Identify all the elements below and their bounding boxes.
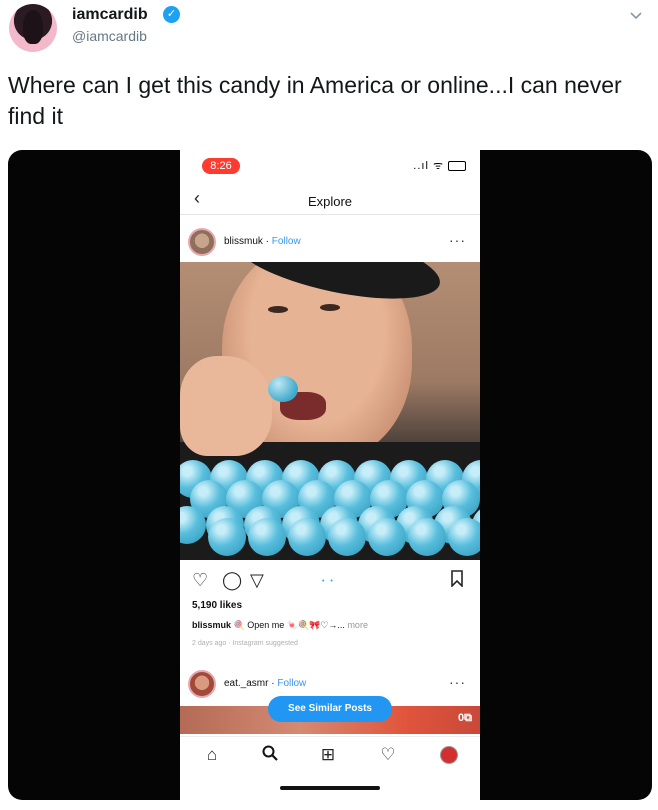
home-indicator — [280, 786, 380, 790]
gumball-in-mouth — [268, 376, 298, 402]
follow-button[interactable]: Follow — [277, 678, 306, 689]
profile-tab-avatar[interactable] — [440, 746, 458, 764]
chevron-down-icon[interactable] — [628, 8, 644, 24]
carousel-pager: • • — [322, 578, 335, 585]
post-username-line: blissmuk · Follow — [224, 236, 301, 247]
comment-icon[interactable]: ◯ — [222, 570, 242, 591]
share-icon[interactable]: ▽ — [250, 570, 264, 591]
tweet-header: iamcardib ✓ @iamcardib — [0, 0, 658, 58]
tweet-text: Where can I get this candy in America or… — [8, 72, 622, 129]
likes-count[interactable]: 5,190 likes — [192, 600, 242, 611]
activity-heart-icon[interactable]: ♡ — [376, 745, 400, 765]
gumball — [288, 518, 326, 556]
post-image[interactable] — [180, 262, 480, 560]
separator: · — [262, 236, 272, 247]
gumball — [208, 518, 246, 556]
follow-button[interactable]: Follow — [272, 236, 301, 247]
status-bar: 8:26 ..ıl ᯤ — [180, 150, 480, 178]
post2-avatar[interactable] — [188, 670, 216, 698]
post2-username-line: eat._asmr · Follow — [224, 678, 306, 689]
nav-title: Explore — [307, 194, 353, 209]
gumball — [448, 518, 480, 556]
search-icon[interactable] — [258, 745, 282, 766]
post-meta: 2 days ago · Instagram suggested — [192, 640, 298, 647]
multi-post-icon: 0⧉ — [458, 712, 472, 724]
bookmark-icon[interactable] — [450, 570, 464, 592]
hand — [180, 356, 272, 456]
gumball — [248, 518, 286, 556]
profile-avatar[interactable] — [9, 4, 57, 52]
gumball — [408, 518, 446, 556]
eye-left — [268, 306, 288, 313]
add-post-icon[interactable]: ⊞ — [316, 745, 340, 765]
user-handle[interactable]: @iamcardib — [72, 28, 147, 44]
more-options-icon[interactable]: ··· — [449, 674, 466, 690]
more-options-icon[interactable]: ··· — [449, 232, 466, 248]
phone-screenshot: 8:26 ..ıl ᯤ ‹ Explore blissmuk · Follow … — [180, 150, 480, 800]
eye-right — [320, 304, 340, 311]
battery-icon — [448, 161, 466, 172]
ig-nav-bar: ‹ Explore — [180, 186, 480, 215]
verified-badge-icon: ✓ — [163, 6, 180, 23]
caption-text: 🍭 Open me 🍬🍭🎀♡→... — [231, 620, 345, 630]
post-username[interactable]: blissmuk — [224, 236, 263, 247]
caption-more-link[interactable]: more — [345, 620, 368, 630]
post-actions: ♡ ◯ ▽ • • — [180, 570, 480, 598]
like-heart-icon[interactable]: ♡ — [192, 570, 208, 591]
gumball — [328, 518, 366, 556]
gumball — [368, 518, 406, 556]
signal-wifi-icon: ..ıl ᯤ — [413, 158, 466, 173]
tweet-media[interactable]: 8:26 ..ıl ᯤ ‹ Explore blissmuk · Follow … — [8, 150, 652, 800]
post-avatar[interactable] — [188, 228, 216, 256]
ig-tab-bar: ⌂ ⊞ ♡ — [180, 736, 480, 777]
display-name[interactable]: iamcardib — [72, 6, 148, 24]
see-similar-posts-button[interactable]: See Similar Posts — [268, 696, 392, 722]
post-caption: blissmuk 🍭 Open me 🍬🍭🎀♡→... more — [192, 620, 472, 631]
caption-username[interactable]: blissmuk — [192, 620, 231, 630]
post2-username[interactable]: eat._asmr — [224, 678, 268, 689]
status-time: 8:26 — [202, 158, 240, 174]
post-header: blissmuk · Follow ··· — [180, 224, 480, 260]
home-icon[interactable]: ⌂ — [200, 745, 224, 765]
